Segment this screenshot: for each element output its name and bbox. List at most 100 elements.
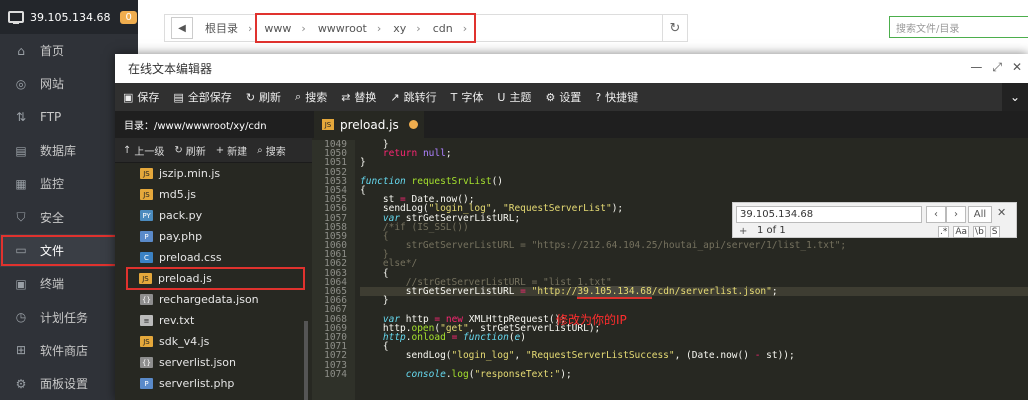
file-name: md5.js xyxy=(159,188,196,201)
chevron-left-icon[interactable]: ‹ xyxy=(926,206,946,223)
code-lines: } return null; } function requestSrvList… xyxy=(360,140,1028,379)
close-icon[interactable]: ✕ xyxy=(1012,60,1022,75)
save-button[interactable]: ▣ 保存 xyxy=(123,89,159,105)
editor-title-bar: 在线文本编辑器 — ⤢ ✕ xyxy=(115,54,1028,83)
file-name: jszip.min.js xyxy=(159,167,221,180)
list-item[interactable]: Ppay.php xyxy=(115,226,312,247)
python-file-icon: PY xyxy=(140,210,153,221)
json-file-icon: {} xyxy=(140,357,153,368)
globe-icon: ◎ xyxy=(15,76,27,91)
code-line: function requestSrvList() xyxy=(360,175,504,187)
save-all-icon: ▤ xyxy=(173,90,184,104)
save-label: 保存 xyxy=(137,91,160,104)
find-input[interactable]: 39.105.134.68 xyxy=(736,206,922,223)
plus-icon: + xyxy=(215,144,225,156)
font-icon: T xyxy=(450,90,458,104)
search-button[interactable]: ⌕ 搜索 xyxy=(295,89,327,105)
code-line: else*/ xyxy=(360,258,418,270)
breadcrumb-cdn[interactable]: cdn xyxy=(427,22,473,35)
find-all-button[interactable]: All xyxy=(968,206,992,223)
shortcuts-button[interactable]: ? 快捷键 xyxy=(595,89,638,105)
settings-button[interactable]: ⚙ 设置 xyxy=(545,89,581,105)
code-editor[interactable]: 1049 1050 1051 1052 1053 1054 1055 1056 … xyxy=(312,140,1028,400)
file-tree: 目录：/www/wwwroot/xy/cdn ↑ 上一级 ↻ 刷新 + 新建 ⌕ 搜索 … xyxy=(115,111,312,400)
code-line: } xyxy=(360,249,389,261)
sidebar-item-label: 监控 xyxy=(40,177,65,192)
shortcuts-label: 快捷键 xyxy=(605,91,639,104)
find-options: .* Aa \b S xyxy=(938,226,1000,238)
breadcrumb-root[interactable]: 根目录 xyxy=(199,20,258,36)
search-input[interactable]: 搜索文件/目录 xyxy=(889,16,1028,38)
plus-icon[interactable]: + xyxy=(739,226,747,237)
css-file-icon: C xyxy=(140,252,153,263)
editor-title: 在线文本编辑器 xyxy=(128,62,213,76)
code-line: return null; xyxy=(382,148,452,160)
sidebar-item-label: 首页 xyxy=(40,44,65,59)
theme-label: 主题 xyxy=(509,91,532,104)
breadcrumb-xy[interactable]: xy xyxy=(387,22,426,35)
breadcrumb-www[interactable]: www xyxy=(258,22,311,35)
replace-button[interactable]: ⇄ 替换 xyxy=(341,89,376,105)
refresh-icon: ↻ xyxy=(245,90,256,104)
theme-button[interactable]: U 主题 xyxy=(497,89,531,105)
list-item[interactable]: Pserverlist.php xyxy=(115,373,312,394)
tree-refresh-button[interactable]: ↻ 刷新 xyxy=(174,143,205,158)
goto-icon: ↗ xyxy=(390,90,400,104)
case-toggle[interactable]: Aa xyxy=(953,226,970,238)
file-list: JS jszip.min.js JS md5.js PY pack.py Ppay.p… xyxy=(115,163,312,394)
settings-label: 设置 xyxy=(559,91,582,104)
list-item[interactable]: JS jszip.min.js xyxy=(115,163,312,184)
back-arrow-icon[interactable]: ◀ xyxy=(171,17,193,39)
find-box: 39.105.134.68 ‹ › All ✕ + 1 of 1 .* Aa \… xyxy=(732,202,1017,238)
js-file-icon: JS xyxy=(140,168,153,179)
goto-line-button[interactable]: ↗ 跳转行 xyxy=(390,89,436,105)
font-button[interactable]: T 字体 xyxy=(451,89,484,105)
list-item[interactable]: PY pack.py xyxy=(115,205,312,226)
file-name: pay.php xyxy=(159,230,203,243)
list-item[interactable]: ≡ rev.txt xyxy=(115,310,312,331)
list-item-selected[interactable]: JS preload.js xyxy=(126,267,305,290)
selection-toggle[interactable]: S xyxy=(989,226,1000,238)
new-file-button[interactable]: + 新建 xyxy=(216,143,247,158)
list-item[interactable]: Cpreload.css xyxy=(115,247,312,268)
ftp-icon: ⇅ xyxy=(15,110,27,125)
file-name: pack.py xyxy=(159,209,203,222)
breadcrumb-highlight: www wwwroot xy cdn xyxy=(255,13,477,43)
save-all-button[interactable]: ▤ 全部保存 xyxy=(173,89,231,105)
tab-preload-js[interactable]: JS preload.js xyxy=(314,111,424,138)
notification-badge[interactable]: 0 xyxy=(120,10,137,24)
goto-line-label: 跳转行 xyxy=(403,91,437,104)
sidebar-item-label: 文件 xyxy=(40,243,65,258)
maximize-icon[interactable]: ⤢ xyxy=(992,60,1002,75)
close-icon[interactable]: ✕ xyxy=(997,206,1006,219)
regex-toggle[interactable]: .* xyxy=(938,226,950,238)
tab-label: preload.js xyxy=(340,117,399,132)
refresh-button[interactable]: ↻ 刷新 xyxy=(246,89,281,105)
sidebar-item-label: 面板设置 xyxy=(40,377,89,392)
file-name: preload.css xyxy=(159,251,222,264)
chevron-right-icon[interactable]: › xyxy=(946,206,966,223)
match-count: 1 of 1 xyxy=(757,225,786,236)
editor-toolbar: ▣ 保存 ▤ 全部保存 ↻ 刷新 ⌕ 搜索 ⇄ 替换 ↗ 跳转行 T 字体 U 主题 ⚙ 设置 ?… xyxy=(115,83,1028,111)
breadcrumb-wwwroot[interactable]: wwwroot xyxy=(312,22,387,35)
list-item[interactable]: {} serverlist.json xyxy=(115,352,312,373)
sidebar-item-label: 网站 xyxy=(40,77,65,92)
refresh-icon[interactable]: ↻ xyxy=(662,14,688,42)
list-item[interactable]: {} rechargedata.json xyxy=(115,289,312,310)
list-item[interactable]: JS md5.js xyxy=(115,184,312,205)
annotation-text: 修改为你的IP xyxy=(556,313,627,327)
line-gutter: 1049 1050 1051 1052 1053 1054 1055 1056 … xyxy=(312,140,355,400)
minimize-icon[interactable]: — xyxy=(970,60,982,75)
php-file-icon: P xyxy=(140,378,153,389)
tree-search-button[interactable]: ⌕ 搜索 xyxy=(257,143,286,158)
word-toggle[interactable]: \b xyxy=(973,226,986,238)
up-level-button[interactable]: ↑ 上一级 xyxy=(123,143,164,158)
line-number: 1074 xyxy=(324,368,347,380)
unsaved-dot-icon[interactable] xyxy=(408,120,418,129)
tree-scrollbar[interactable] xyxy=(304,321,308,400)
js-file-icon: JS xyxy=(322,119,334,130)
list-item[interactable]: JS sdk_v4.js xyxy=(115,331,312,352)
sidebar-item-label: 安全 xyxy=(40,210,65,225)
tree-actions: ↑ 上一级 ↻ 刷新 + 新建 ⌕ 搜索 xyxy=(115,138,312,163)
chevron-down-icon[interactable]: ⌄ xyxy=(1002,83,1028,111)
